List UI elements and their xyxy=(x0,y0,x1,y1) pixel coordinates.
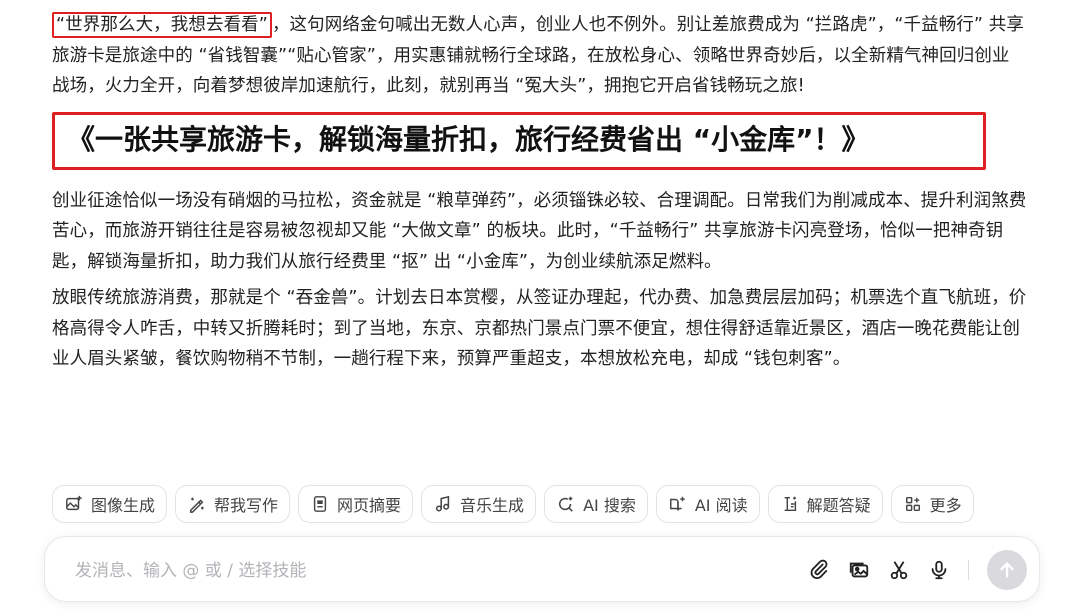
tools-divider xyxy=(968,560,969,580)
message-composer xyxy=(44,536,1040,602)
paragraph-2: 创业征途恰似一场没有硝烟的马拉松，资金就是 “粮草弹药”，必须锱铢必较、合理调配… xyxy=(52,190,1027,272)
send-button[interactable] xyxy=(987,550,1027,590)
web-summary-label: 网页摘要 xyxy=(337,496,402,515)
ai-search-button[interactable]: AI 搜索 xyxy=(544,485,648,523)
paragraph-3: 放眼传统旅游消费，那就是个 “吞金兽”。计划去日本赏樱，从签证办理起，代办费、加… xyxy=(52,288,1027,369)
message-input[interactable] xyxy=(73,557,777,585)
help-me-write-button[interactable]: 帮我写作 xyxy=(175,485,291,523)
article-content: “世界那么大，我想去看看” ，这句网络金句喊出无数人心声，创业人也不例外。别让差旅… xyxy=(52,10,1027,375)
arrow-up-icon xyxy=(1000,562,1014,578)
ai-reading-button[interactable]: AI 阅读 xyxy=(655,485,760,523)
music-generation-label: 音乐生成 xyxy=(460,496,525,515)
web-summary-button[interactable]: 网页摘要 xyxy=(298,485,414,523)
paragraph-intro: “世界那么大，我想去看看” ，这句网络金句喊出无数人心声，创业人也不例外。别让差旅… xyxy=(52,10,1027,102)
pen-sparkle-icon xyxy=(187,494,207,514)
scissors-icon[interactable] xyxy=(888,559,910,581)
attachment-icon[interactable] xyxy=(808,559,830,581)
ai-reading-label: AI 阅读 xyxy=(694,496,748,515)
homework-help-button[interactable]: 解题答疑 xyxy=(767,485,883,523)
microphone-icon[interactable] xyxy=(928,559,950,581)
homework-icon xyxy=(780,494,800,514)
image-generation-button[interactable]: 图像生成 xyxy=(52,485,168,523)
homework-help-label: 解题答疑 xyxy=(806,496,871,515)
book-sparkle-icon xyxy=(668,494,688,514)
highlighted-quote: “世界那么大，我想去看看” xyxy=(52,12,272,38)
music-note-icon xyxy=(433,494,453,514)
composer-tools xyxy=(808,550,1027,590)
music-generation-button[interactable]: 音乐生成 xyxy=(421,485,537,523)
skills-toolbar: 图像生成 帮我写作 网页摘要 音乐生成 AI 搜索 AI 阅读 解题答疑 更多 xyxy=(52,485,974,523)
search-sparkle-icon xyxy=(556,494,576,514)
image-upload-icon[interactable] xyxy=(848,559,870,581)
image-plus-icon xyxy=(64,494,84,514)
help-me-write-label: 帮我写作 xyxy=(214,496,279,515)
grid-plus-icon xyxy=(903,494,923,514)
more-label: 更多 xyxy=(929,496,962,515)
ai-search-label: AI 搜索 xyxy=(583,496,636,515)
headline-box: 《一张共享旅游卡，解锁海量折扣，旅行经费省出 “小金库”！》 xyxy=(52,111,986,170)
article-headline: 《一张共享旅游卡，解锁海量折扣，旅行经费省出 “小金库”！》 xyxy=(67,122,870,156)
more-button[interactable]: 更多 xyxy=(890,485,974,523)
document-icon xyxy=(310,494,330,514)
image-generation-label: 图像生成 xyxy=(91,496,156,515)
